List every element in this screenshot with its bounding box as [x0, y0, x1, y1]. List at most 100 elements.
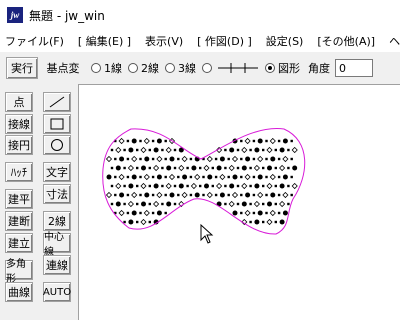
hatch-symbol: [105, 155, 113, 163]
menu-help[interactable]: ヘルプ: [383, 33, 400, 49]
hatch-symbol: [148, 220, 151, 224]
hatch-symbol: [118, 173, 125, 181]
hatch-symbol: [216, 165, 222, 171]
hatch-symbol: [189, 193, 193, 197]
hatch-symbol: [128, 219, 134, 225]
hatch-symbol: [181, 155, 188, 163]
menu-settings[interactable]: 設定(S): [260, 33, 310, 49]
angle-input[interactable]: [335, 59, 373, 77]
hatch-symbol: [161, 166, 164, 170]
hatch-symbol: [140, 182, 147, 190]
hatch-symbol: [245, 156, 251, 162]
hatch-symbol: [240, 157, 243, 161]
radio-2line[interactable]: [128, 63, 138, 73]
hatch-symbol: [257, 155, 264, 163]
tool-connect-line[interactable]: 連線: [43, 255, 71, 275]
hatch-symbol: [279, 219, 285, 225]
hatch-symbol: [292, 165, 298, 171]
hatch-symbol: [168, 173, 176, 181]
radio-3line[interactable]: [165, 63, 175, 73]
hatch-symbol: [207, 174, 213, 180]
tool-dimension[interactable]: 寸法: [43, 184, 71, 204]
tool-text[interactable]: 文字: [43, 162, 71, 182]
hatch-symbol: [153, 183, 159, 189]
base-point-change-button[interactable]: 基点変: [41, 57, 85, 79]
hatch-symbol: [131, 191, 138, 199]
hatch-symbol: [123, 184, 126, 188]
hatch-symbol: [287, 166, 290, 170]
hatch-symbol: [219, 192, 225, 198]
menu-edit[interactable]: [ 編集(E) ]: [72, 33, 137, 49]
hatch-symbol: [161, 202, 164, 206]
hatch-symbol: [177, 157, 180, 161]
hatch-symbol: [126, 211, 130, 215]
hatch-symbol: [206, 191, 213, 199]
tool-hatch[interactable]: ﾊｯﾁ: [5, 162, 33, 182]
tool-building-section[interactable]: 建断: [5, 211, 33, 231]
hatch-symbol: [136, 202, 139, 206]
hatch-symbol: [151, 175, 155, 179]
hatch-symbol: [119, 192, 125, 198]
hatch-symbol: [227, 175, 230, 179]
tool-tangent-circle[interactable]: 接円: [5, 135, 33, 155]
hatch-symbol: [277, 139, 281, 143]
hatch-symbol: [202, 193, 205, 197]
tool-line[interactable]: [43, 92, 71, 112]
hatch-symbol: [141, 201, 146, 207]
tool-building-plan[interactable]: 建平: [5, 189, 33, 209]
radio-figure[interactable]: [265, 63, 275, 73]
hatch-symbol: [126, 193, 130, 197]
hatch-symbol: [240, 211, 243, 215]
hatch-symbol: [144, 156, 150, 162]
menu-view[interactable]: 表示(V): [139, 33, 189, 49]
hatch-symbol: [204, 183, 209, 189]
hatch-symbol: [287, 184, 290, 188]
hatch-symbol: [151, 193, 155, 197]
hatch-symbol: [229, 183, 235, 189]
menu-file[interactable]: ファイル(F): [0, 33, 70, 49]
menu-other[interactable]: [その他(A)]: [311, 33, 381, 49]
hatch-symbol: [126, 175, 130, 179]
hatch-symbol: [139, 157, 142, 161]
tool-polygon[interactable]: 多角形: [5, 259, 33, 285]
hatch-symbol: [131, 138, 137, 144]
hatch-symbol: [127, 164, 134, 172]
hatch-symbol: [127, 200, 134, 208]
hatch-symbol: [227, 157, 230, 161]
hatch-symbol: [269, 209, 276, 217]
hatch-symbol: [277, 157, 281, 161]
hatch-symbol: [136, 166, 139, 170]
execute-button[interactable]: 実行: [6, 57, 38, 79]
tool-tangent-line[interactable]: 接線: [5, 114, 33, 134]
hatch-symbol: [224, 202, 227, 206]
hatch-symbol: [254, 219, 260, 225]
hatch-symbol: [194, 173, 201, 181]
radio-2line-label: 2線: [141, 62, 159, 75]
hatch-symbol: [115, 201, 121, 207]
radio-pattern-line[interactable]: [202, 63, 212, 73]
hatch-symbol: [274, 220, 277, 224]
tool-circle[interactable]: [43, 135, 71, 155]
hatch-symbol: [110, 166, 114, 170]
tool-center-line[interactable]: 中心線: [43, 232, 71, 258]
hatch-symbol: [206, 155, 213, 163]
tool-rectangle[interactable]: [43, 114, 71, 134]
hatch-symbol: [249, 220, 252, 224]
tool-point[interactable]: 点: [5, 92, 33, 112]
hatch-symbol: [267, 165, 272, 171]
hatch-symbol: [182, 174, 188, 180]
hatch-symbol: [229, 147, 235, 153]
drawing-canvas[interactable]: [78, 84, 400, 320]
menu-draw[interactable]: [ 作図(D) ]: [191, 33, 258, 49]
hatch-pattern: [105, 137, 298, 226]
hatch-symbol: [178, 183, 184, 189]
hatch-symbol: [143, 137, 150, 145]
hatch-symbol: [249, 202, 252, 206]
radio-1line[interactable]: [91, 63, 101, 73]
tool-auto[interactable]: AUTO: [43, 282, 71, 302]
tool-curve[interactable]: 曲線: [5, 282, 33, 302]
hatch-symbol: [277, 175, 281, 179]
tool-building-elevation[interactable]: 建立: [5, 233, 33, 253]
hatch-symbol: [253, 164, 260, 172]
hatch-symbol: [118, 209, 125, 217]
